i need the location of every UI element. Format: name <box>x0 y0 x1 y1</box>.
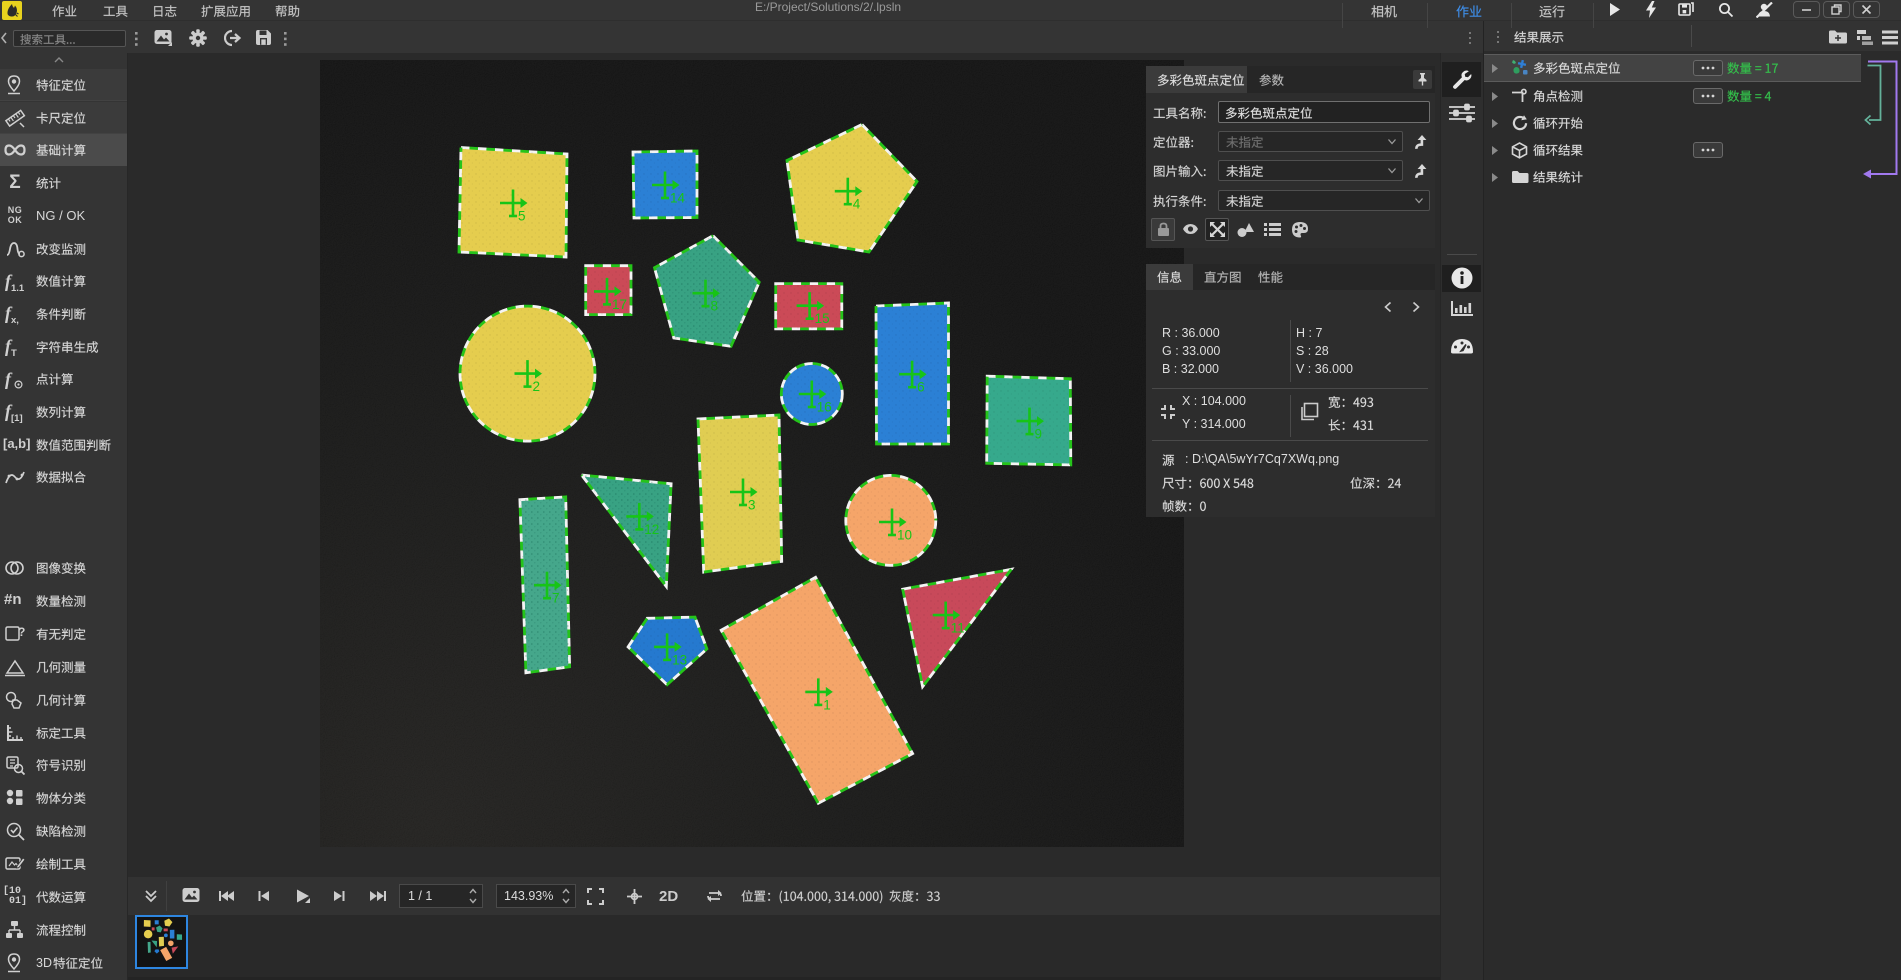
svg-text:7: 7 <box>552 591 560 606</box>
svg-text:17: 17 <box>612 297 627 312</box>
svg-text:5: 5 <box>518 209 526 224</box>
svg-text:10: 10 <box>897 528 912 543</box>
svg-text:15: 15 <box>815 311 830 326</box>
svg-text:8: 8 <box>711 299 719 314</box>
svg-text:1: 1 <box>823 697 831 712</box>
svg-text:2: 2 <box>533 379 541 394</box>
svg-text:14: 14 <box>670 191 686 206</box>
svg-text:4: 4 <box>853 197 861 212</box>
svg-text:6: 6 <box>917 380 925 395</box>
svg-text:13: 13 <box>672 652 687 667</box>
svg-text:16: 16 <box>817 400 832 415</box>
svg-text:12: 12 <box>644 522 659 537</box>
svg-text:9: 9 <box>1035 427 1043 442</box>
svg-text:?: ? <box>18 625 25 639</box>
svg-text:11: 11 <box>951 621 965 636</box>
svg-text:3: 3 <box>748 498 756 513</box>
